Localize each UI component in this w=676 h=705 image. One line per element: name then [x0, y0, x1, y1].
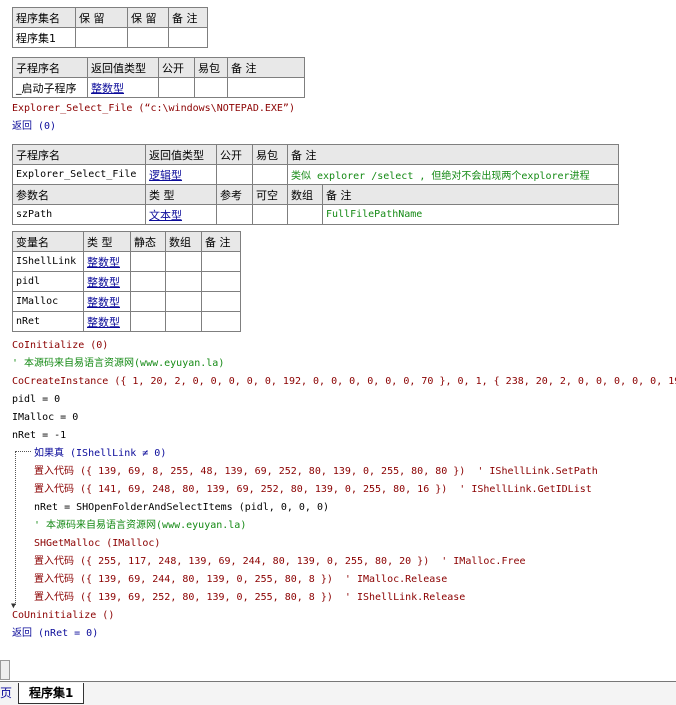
cell[interactable] — [130, 311, 166, 332]
code-line[interactable]: nRet = SHOpenFolderAndSelectItems (pidl,… — [34, 499, 329, 517]
cell[interactable] — [201, 291, 241, 312]
cell[interactable] — [158, 77, 195, 98]
code-line[interactable]: CoUninitialize () — [12, 607, 114, 625]
var-type-cell[interactable]: 整数型 — [83, 271, 131, 292]
code-line[interactable]: pidl = 0 — [12, 391, 60, 409]
code-line[interactable]: SHGetMalloc (IMalloc) — [34, 535, 160, 553]
header-cell: 数组 — [287, 184, 323, 205]
cell[interactable] — [165, 311, 202, 332]
header-cell: 公开 — [158, 57, 195, 78]
var-type-cell[interactable]: 整数型 — [83, 251, 131, 272]
cell[interactable] — [201, 311, 241, 332]
cell[interactable] — [130, 271, 166, 292]
cell[interactable] — [201, 271, 241, 292]
header-cell: 备 注 — [322, 184, 619, 205]
assembly-table: 程序集名 保 留 保 留 备 注 程序集1 — [12, 7, 208, 48]
header-cell: 类 型 — [145, 184, 217, 205]
header-cell: 子程序名 — [12, 144, 146, 165]
header-cell: 备 注 — [168, 7, 208, 28]
code-line[interactable]: 置入代码 ({ 141, 69, 248, 80, 139, 69, 252, … — [34, 481, 592, 499]
cell[interactable] — [130, 251, 166, 272]
var-type-cell[interactable]: 整数型 — [83, 291, 131, 312]
comment-line[interactable]: ' 本源码来自易语言资源网(www.eyuyan.la) — [12, 355, 224, 373]
cell[interactable] — [287, 204, 323, 225]
header-cell: 易包 — [194, 57, 228, 78]
tab-assembly[interactable]: 程序集1 — [18, 683, 85, 704]
header-cell: 类 型 — [83, 231, 131, 252]
cell[interactable] — [130, 291, 166, 312]
code-line[interactable]: 置入代码 ({ 139, 69, 244, 80, 139, 0, 255, 8… — [34, 571, 447, 589]
func-comment-cell[interactable]: 类似 explorer /select , 但绝对不会出现两个explorer进… — [287, 164, 619, 185]
cell[interactable] — [252, 164, 288, 185]
code-line[interactable]: 置入代码 ({ 139, 69, 252, 80, 139, 0, 255, 8… — [34, 589, 465, 607]
fold-guide — [15, 451, 17, 605]
if-statement-line[interactable]: 如果真 (IShellLink ≠ 0) — [34, 445, 166, 463]
header-cell: 保 留 — [75, 7, 128, 28]
header-cell: 备 注 — [287, 144, 619, 165]
comment-line[interactable]: ' 本源码来自易语言资源网(www.eyuyan.la) — [34, 517, 246, 535]
cell[interactable] — [127, 27, 169, 48]
header-cell: 保 留 — [127, 7, 169, 28]
cell[interactable] — [201, 251, 241, 272]
param-type-cell[interactable]: 文本型 — [145, 204, 217, 225]
cell[interactable] — [216, 204, 253, 225]
header-cell: 备 注 — [201, 231, 241, 252]
header-cell: 程序集名 — [12, 7, 76, 28]
var-name-cell[interactable]: IShellLink — [12, 251, 84, 272]
header-cell: 备 注 — [227, 57, 305, 78]
header-cell: 变量名 — [12, 231, 84, 252]
header-cell: 返回值类型 — [87, 57, 159, 78]
header-cell: 返回值类型 — [145, 144, 217, 165]
cell[interactable] — [165, 251, 202, 272]
header-cell: 子程序名 — [12, 57, 88, 78]
code-line[interactable]: Explorer_Select_File (“c:\windows\NOTEPA… — [12, 100, 295, 118]
cell[interactable] — [194, 77, 228, 98]
header-cell: 参考 — [216, 184, 253, 205]
cell[interactable] — [216, 164, 253, 185]
code-line[interactable]: 返回 (0) — [12, 118, 56, 136]
sub-name-cell[interactable]: _启动子程序 — [12, 77, 88, 98]
variable-table: 变量名 类 型 静态 数组 备 注 IShellLink 整数型 pidl 整数… — [12, 231, 241, 332]
param-name-cell[interactable]: szPath — [12, 204, 146, 225]
assembly-name-cell[interactable]: 程序集1 — [12, 27, 76, 48]
code-line[interactable]: IMalloc = 0 — [12, 409, 78, 427]
return-type-cell[interactable]: 逻辑型 — [145, 164, 217, 185]
header-cell: 可空 — [252, 184, 288, 205]
return-type-cell[interactable]: 整数型 — [87, 77, 159, 98]
header-cell: 参数名 — [12, 184, 146, 205]
cell[interactable] — [227, 77, 305, 98]
tab-bar: 页 程序集1 — [0, 681, 676, 705]
header-cell: 易包 — [252, 144, 288, 165]
code-line[interactable]: 置入代码 ({ 139, 69, 8, 255, 48, 139, 69, 25… — [34, 463, 598, 481]
cell[interactable] — [252, 204, 288, 225]
tab-home[interactable]: 页 — [0, 684, 12, 701]
code-line[interactable]: nRet = -1 — [12, 427, 66, 445]
cell[interactable] — [165, 271, 202, 292]
start-sub-table: 子程序名 返回值类型 公开 易包 备 注 _启动子程序 整数型 — [12, 57, 305, 98]
var-name-cell[interactable]: nRet — [12, 311, 84, 332]
code-line[interactable]: CoInitialize (0) — [12, 337, 108, 355]
param-comment-cell[interactable]: FullFilePathName — [322, 204, 619, 225]
header-cell: 公开 — [216, 144, 253, 165]
func-name-cell[interactable]: Explorer_Select_File — [12, 164, 146, 185]
code-line[interactable]: 返回 (nRet = 0) — [12, 625, 98, 643]
header-cell: 数组 — [165, 231, 202, 252]
cell[interactable] — [168, 27, 208, 48]
code-line[interactable]: CoCreateInstance ({ 1, 20, 2, 0, 0, 0, 0… — [12, 373, 676, 391]
var-name-cell[interactable]: IMalloc — [12, 291, 84, 312]
scrollbar[interactable] — [0, 660, 10, 680]
code-line[interactable]: 置入代码 ({ 255, 117, 248, 139, 69, 244, 80,… — [34, 553, 526, 571]
cell[interactable] — [75, 27, 128, 48]
cell[interactable] — [165, 291, 202, 312]
function-table: 子程序名 返回值类型 公开 易包 备 注 Explorer_Select_Fil… — [12, 144, 619, 225]
header-cell: 静态 — [130, 231, 166, 252]
var-type-cell[interactable]: 整数型 — [83, 311, 131, 332]
fold-guide — [15, 451, 31, 453]
var-name-cell[interactable]: pidl — [12, 271, 84, 292]
